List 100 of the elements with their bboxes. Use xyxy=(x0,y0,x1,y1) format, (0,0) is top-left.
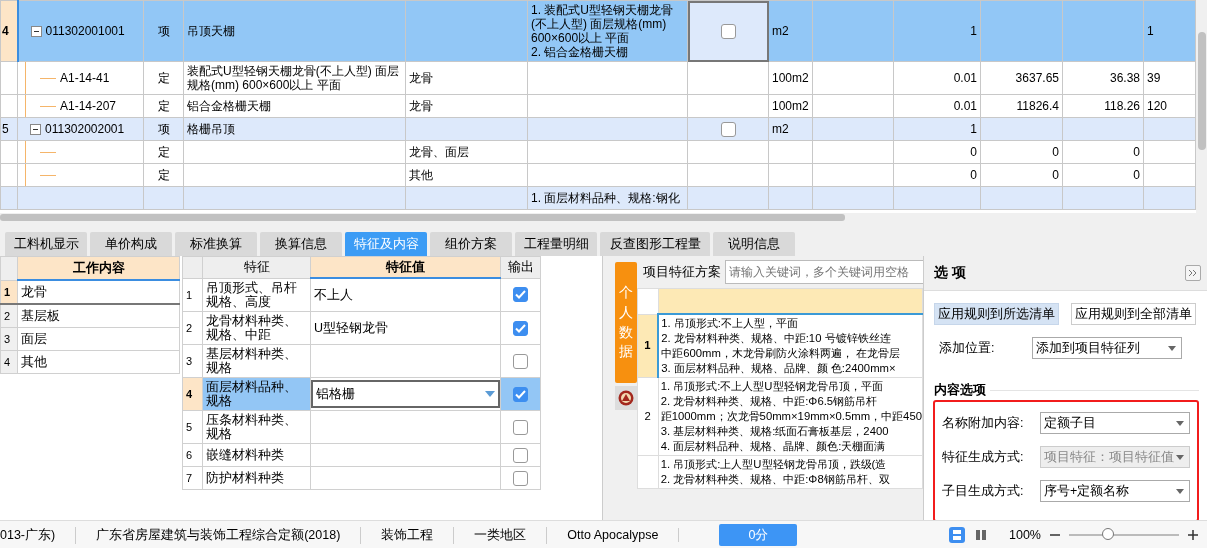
tab[interactable]: 工料机显示 xyxy=(5,232,87,256)
tab[interactable]: 工程量明细 xyxy=(515,232,597,256)
item-code: 011302001001 xyxy=(44,24,125,38)
caret-icon xyxy=(1176,454,1184,460)
table-cell: 3637.65 xyxy=(980,61,1063,95)
list-item[interactable]: 基层板 xyxy=(17,304,180,328)
position-select[interactable]: 添加到项目特征列 xyxy=(1032,337,1182,359)
quota-code: A1-14-207 xyxy=(59,99,117,113)
checkbox[interactable] xyxy=(513,470,528,486)
column-header: 输出 xyxy=(500,256,541,278)
caret-icon xyxy=(1168,345,1176,351)
horizontal-scrollbar[interactable] xyxy=(0,213,1207,222)
list-view-icon[interactable] xyxy=(949,527,965,543)
tab[interactable]: 说明信息 xyxy=(713,232,795,256)
tab[interactable]: 组价方案 xyxy=(430,232,512,256)
field-label: 子目生成方式: xyxy=(942,482,1025,500)
scheme-text-line: 1. 吊顶形式:不上人型，平面 xyxy=(661,316,799,331)
scheme-text-line: 中距600mm，木龙骨刷防火涂料两遍， 在龙骨层 xyxy=(661,346,901,361)
caret-icon xyxy=(1176,420,1184,426)
table-cell: 吊顶形式、吊杆规格、高度 xyxy=(202,278,311,312)
table-cell: 铝合金格栅天棚 xyxy=(183,94,406,118)
scheme-text-line: 4. 面层材料品种、规格、晶牌、颜色:天棚面满 xyxy=(660,439,887,454)
row-number: 4 xyxy=(0,0,18,62)
row-number: 4 xyxy=(182,377,203,411)
scheme-text-line: 2. 龙骨材料种类、规格、中距:10 号镀锌铁丝连 xyxy=(661,331,892,346)
tab[interactable]: 反查图形工程量 xyxy=(600,232,710,256)
section-title: 内容选项 xyxy=(934,381,986,399)
table-cell: 基层材料种类、规格 xyxy=(202,344,311,378)
table-cell: 龙骨、面层 xyxy=(405,140,528,164)
columns-view-icon[interactable] xyxy=(973,527,989,543)
table-cell: 面层材料品种、规格 xyxy=(202,377,311,411)
status-text: Otto Apocalypse xyxy=(547,528,680,542)
row-number: 3 xyxy=(182,344,203,378)
checkbox[interactable] xyxy=(513,320,528,336)
row-number: 2 xyxy=(182,311,203,345)
table-cell: m2 xyxy=(768,0,813,62)
collapse-button[interactable] xyxy=(1185,265,1201,281)
table-cell: 嵌缝材料种类 xyxy=(202,443,311,467)
search-field[interactable]: 请输入关键词，多个关键词用空格 xyxy=(724,260,925,284)
scheme-text-line: 2. 龙骨材料种类、规格、中距:Φ8钢筋吊杆、双 xyxy=(660,472,891,487)
checkbox[interactable] xyxy=(720,121,736,137)
vertical-scrollbar[interactable] xyxy=(1196,0,1207,213)
item-code: 011302002001 xyxy=(44,122,125,136)
field-label: 名称附加内容: xyxy=(942,414,1025,432)
option-select[interactable]: 序号+定额名称 xyxy=(1040,480,1190,502)
row-number: 5 xyxy=(0,117,18,141)
scheme-text-line: 2. 龙骨材料种类、规格、中距:Φ6.5钢筋吊杆 xyxy=(660,394,879,409)
row-number: 1 xyxy=(0,280,18,304)
tab[interactable]: 换算信息 xyxy=(260,232,342,256)
table-cell: 36.38 xyxy=(1062,61,1144,95)
zoom-level: 100% xyxy=(1009,528,1041,542)
checkbox[interactable] xyxy=(513,287,528,303)
status-text: 广东省房屋建筑与装饰工程综合定额(2018) xyxy=(76,526,362,544)
list-item[interactable]: 龙骨 xyxy=(17,280,180,304)
collapse-icon[interactable] xyxy=(30,123,41,135)
zoom-in-icon[interactable] xyxy=(1187,529,1199,541)
status-text: 013-广东) xyxy=(0,526,77,544)
table-cell: U型轻钢龙骨 xyxy=(310,311,501,345)
caret-icon xyxy=(1176,488,1184,494)
column-header: 特征值 xyxy=(310,256,501,278)
table-cell: 格栅吊顶 xyxy=(183,117,406,141)
apply-button[interactable]: 应用规则到全部清单 xyxy=(1071,303,1196,325)
tab[interactable]: 标准换算 xyxy=(175,232,257,256)
checkbox[interactable] xyxy=(720,23,736,39)
checkbox[interactable] xyxy=(513,386,528,402)
scheme-text-line: 3. 基层材料种类、规格:纸面石膏板基层，2400 xyxy=(660,424,890,439)
table-cell: 装配式U型轻钢天棚龙骨(不上人型) 面层规格(mm) 600×600以上 平面 xyxy=(183,61,406,95)
checkbox[interactable] xyxy=(513,419,528,435)
checkbox[interactable] xyxy=(513,447,528,463)
emblem-icon[interactable] xyxy=(617,390,634,406)
option-select[interactable]: 定额子目 xyxy=(1040,412,1190,434)
table-cell: 1 xyxy=(893,0,981,62)
row-number: 6 xyxy=(182,443,203,467)
table-cell: 项 xyxy=(143,0,184,62)
checkbox[interactable] xyxy=(513,353,528,369)
list-item[interactable]: 其他 xyxy=(17,350,180,374)
collapse-icon[interactable] xyxy=(30,25,42,37)
table-cell: 39 xyxy=(1143,61,1196,95)
status-text: 一类地区 xyxy=(454,526,548,544)
table-cell: 不上人 xyxy=(310,278,501,312)
table-cell: 吊顶天棚 xyxy=(183,0,406,62)
table-cell: 龙骨 xyxy=(405,61,528,95)
table-cell: 龙骨材料种类、规格、中距 xyxy=(202,311,311,345)
row-number: 2 xyxy=(637,377,659,456)
quota-code: A1-14-41 xyxy=(59,71,110,85)
row-number: 7 xyxy=(182,466,203,490)
list-item[interactable]: 面层 xyxy=(17,327,180,351)
caret-icon xyxy=(485,391,495,397)
scheme-text-line: 1. 吊顶形式:不上人型U型轻钢龙骨吊顶，平面 xyxy=(660,379,884,394)
tab[interactable]: 单价构成 xyxy=(90,232,172,256)
table-cell: 1 xyxy=(1143,0,1196,62)
field-label: 添加位置: xyxy=(939,339,996,357)
row-number: 2 xyxy=(0,304,18,328)
zoom-slider-thumb[interactable] xyxy=(1101,528,1114,540)
table-cell: 100m2 xyxy=(768,61,813,95)
panel-title: 选 项 xyxy=(934,264,966,282)
table-cell: 其他 xyxy=(405,163,528,187)
table-cell: 1. 面层材料品种、规格:钢化 xyxy=(527,186,688,210)
value-dropdown[interactable]: 铝格栅 xyxy=(311,380,500,408)
apply-button[interactable]: 应用规则到所选清单 xyxy=(934,303,1059,325)
